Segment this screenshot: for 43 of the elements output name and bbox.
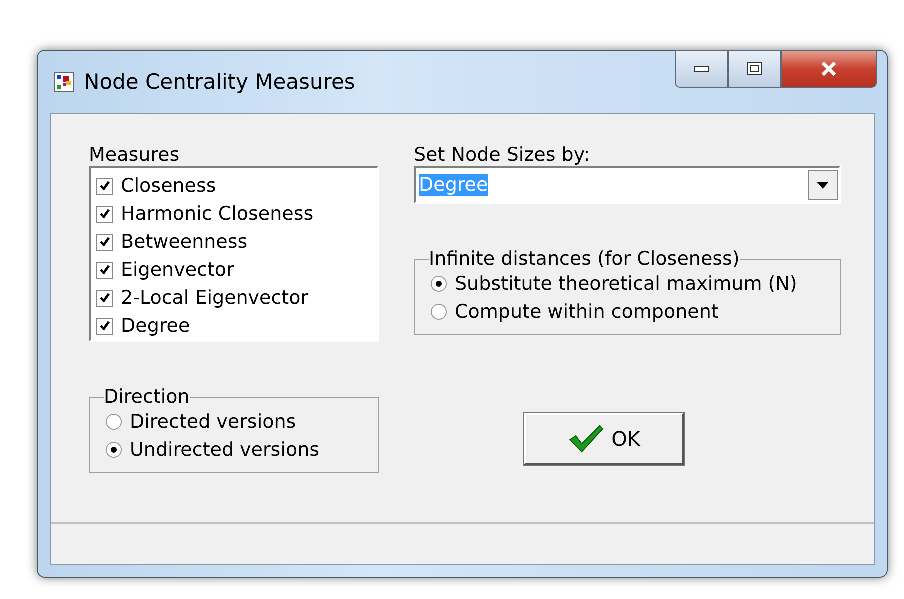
check-icon xyxy=(98,236,110,248)
check-icon xyxy=(98,292,110,304)
radio-button[interactable] xyxy=(106,442,122,458)
app-icon xyxy=(54,72,74,92)
checkbox-label: Betweenness xyxy=(121,231,248,253)
close-button[interactable] xyxy=(781,50,877,88)
check-icon xyxy=(98,264,110,276)
check-icon xyxy=(98,320,110,332)
minimize-button[interactable] xyxy=(675,50,728,88)
radio-button[interactable] xyxy=(431,276,447,292)
checkbox[interactable] xyxy=(96,206,113,222)
checkbox-label: Closeness xyxy=(121,175,216,197)
checkbox-label: Harmonic Closeness xyxy=(121,203,314,225)
checkbox[interactable] xyxy=(96,234,113,250)
group-title: Direction xyxy=(104,386,190,408)
close-icon xyxy=(820,62,838,76)
minimize-icon xyxy=(694,65,710,73)
node-sizes-label: Set Node Sizes by: xyxy=(414,143,592,168)
radio-button[interactable] xyxy=(106,414,122,430)
caret-icon xyxy=(817,182,829,188)
check-icon xyxy=(98,208,110,220)
checkbox-label: Eigenvector xyxy=(121,259,234,281)
radio-button[interactable] xyxy=(431,304,447,320)
checkbox[interactable] xyxy=(96,262,113,278)
checkbox[interactable] xyxy=(96,318,113,334)
measures-label: Measures xyxy=(89,143,181,168)
group-title: Infinite distances (for Closeness) xyxy=(429,248,740,270)
checkmark-icon xyxy=(568,424,604,454)
maximize-icon xyxy=(746,62,762,76)
checkbox-label: Degree xyxy=(121,315,190,337)
maximize-button[interactable] xyxy=(728,50,781,88)
radio-label: Undirected versions xyxy=(130,439,320,461)
ok-button[interactable]: OK xyxy=(524,413,684,465)
dropdown-button[interactable] xyxy=(808,170,838,200)
radio-label: Compute within component xyxy=(455,301,719,323)
checkbox[interactable] xyxy=(96,290,113,306)
window-title: Node Centrality Measures xyxy=(84,70,356,94)
dropdown-value: Degree xyxy=(419,174,488,196)
radio-label: Substitute theoretical maximum (N) xyxy=(455,273,798,295)
checkbox-label: 2-Local Eigenvector xyxy=(121,287,309,309)
check-icon xyxy=(98,180,110,192)
checkbox[interactable] xyxy=(96,178,113,194)
radio-label: Directed versions xyxy=(130,411,296,433)
